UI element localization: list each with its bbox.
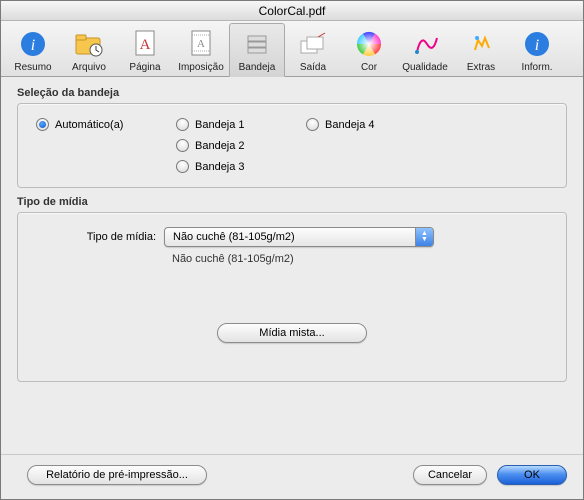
toolbar: i Resumo Arquivo A Página A Imposição bbox=[1, 21, 583, 77]
content-area: Seleção da bandeja Automático(a) Bandeja… bbox=[1, 77, 583, 454]
toolbar-label: Qualidade bbox=[402, 62, 448, 73]
toolbar-item-imposicao[interactable]: A Imposição bbox=[173, 23, 229, 76]
media-type-select[interactable]: Não cuchê (81-105g/m2) ▲▼ bbox=[164, 227, 434, 247]
toolbar-item-arquivo[interactable]: Arquivo bbox=[61, 23, 117, 76]
toolbar-item-pagina[interactable]: A Página bbox=[117, 23, 173, 76]
prepress-report-button[interactable]: Relatório de pré-impressão... bbox=[27, 465, 207, 485]
toolbar-label: Imposição bbox=[178, 62, 224, 73]
svg-text:A: A bbox=[140, 37, 151, 53]
quality-icon bbox=[409, 28, 441, 60]
mixed-media-button[interactable]: Mídia mista... bbox=[217, 323, 367, 343]
svg-text:i: i bbox=[31, 37, 35, 54]
cancel-button[interactable]: Cancelar bbox=[413, 465, 487, 485]
window-title: ColorCal.pdf bbox=[1, 1, 583, 21]
output-icon bbox=[297, 28, 329, 60]
info-icon: i bbox=[17, 28, 49, 60]
toolbar-item-saida[interactable]: Saída bbox=[285, 23, 341, 76]
footer: Relatório de pré-impressão... Cancelar O… bbox=[1, 454, 583, 499]
radio-bandeja-2[interactable]: Bandeja 2 bbox=[176, 139, 306, 152]
toolbar-item-inform[interactable]: i Inform. bbox=[509, 23, 565, 76]
folder-clock-icon bbox=[73, 28, 105, 60]
toolbar-item-cor[interactable]: Cor bbox=[341, 23, 397, 76]
ok-button[interactable]: OK bbox=[497, 465, 567, 485]
toolbar-label: Inform. bbox=[521, 62, 552, 73]
extras-icon bbox=[465, 28, 497, 60]
media-type-box: Tipo de mídia: Não cuchê (81-105g/m2) ▲▼… bbox=[17, 212, 567, 382]
color-wheel-icon bbox=[353, 28, 385, 60]
toolbar-item-bandeja[interactable]: Bandeja bbox=[229, 23, 285, 77]
toolbar-label: Extras bbox=[467, 62, 495, 73]
media-type-subtext: Não cuchê (81-105g/m2) bbox=[172, 253, 548, 265]
radio-dot-icon bbox=[176, 160, 189, 173]
toolbar-item-resumo[interactable]: i Resumo bbox=[5, 23, 61, 76]
radio-label: Bandeja 1 bbox=[195, 119, 245, 131]
tray-icon bbox=[241, 28, 273, 60]
toolbar-label: Página bbox=[129, 62, 160, 73]
select-value: Não cuchê (81-105g/m2) bbox=[173, 231, 295, 243]
toolbar-label: Resumo bbox=[14, 62, 51, 73]
radio-label: Automático(a) bbox=[55, 119, 123, 131]
toolbar-label: Saída bbox=[300, 62, 326, 73]
toolbar-label: Arquivo bbox=[72, 62, 106, 73]
toolbar-label: Cor bbox=[361, 62, 377, 73]
media-type-group: Tipo de mídia Tipo de mídia: Não cuchê (… bbox=[17, 196, 567, 382]
radio-dot-icon bbox=[176, 118, 189, 131]
radio-label: Bandeja 4 bbox=[325, 119, 375, 131]
svg-text:A: A bbox=[197, 38, 205, 50]
radio-label: Bandeja 3 bbox=[195, 161, 245, 173]
radio-bandeja-3[interactable]: Bandeja 3 bbox=[176, 160, 306, 173]
radio-automatico[interactable]: Automático(a) bbox=[36, 118, 176, 131]
radio-dot-icon bbox=[176, 139, 189, 152]
tray-selection-group: Seleção da bandeja Automático(a) Bandeja… bbox=[17, 87, 567, 188]
toolbar-item-extras[interactable]: Extras bbox=[453, 23, 509, 76]
page-icon: A bbox=[129, 28, 161, 60]
radio-dot-icon bbox=[36, 118, 49, 131]
media-type-title: Tipo de mídia bbox=[17, 196, 567, 208]
imposition-icon: A bbox=[185, 28, 217, 60]
radio-bandeja-4[interactable]: Bandeja 4 bbox=[306, 118, 426, 131]
radio-dot-icon bbox=[306, 118, 319, 131]
info-blue-icon: i bbox=[521, 28, 553, 60]
media-type-label: Tipo de mídia: bbox=[66, 231, 156, 243]
select-arrows-icon: ▲▼ bbox=[415, 228, 433, 246]
radio-bandeja-1[interactable]: Bandeja 1 bbox=[176, 118, 306, 131]
toolbar-item-qualidade[interactable]: Qualidade bbox=[397, 23, 453, 76]
radio-label: Bandeja 2 bbox=[195, 140, 245, 152]
tray-selection-title: Seleção da bandeja bbox=[17, 87, 567, 99]
toolbar-label: Bandeja bbox=[239, 62, 276, 73]
tray-selection-box: Automático(a) Bandeja 1 Bandeja 2 bbox=[17, 103, 567, 188]
dialog-window: ColorCal.pdf i Resumo Arquivo A Página A… bbox=[0, 0, 584, 500]
svg-text:i: i bbox=[535, 37, 539, 54]
